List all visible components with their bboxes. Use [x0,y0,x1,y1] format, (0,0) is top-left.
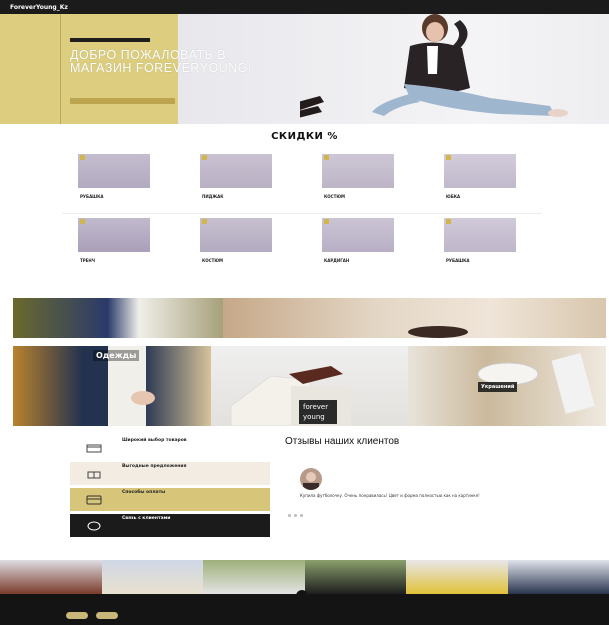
pagination-dot[interactable] [288,514,291,517]
reviewer-avatar [300,468,322,490]
banner-cta-shape [408,326,468,338]
jewelry-collection-banner[interactable]: Украшений [408,346,606,426]
hero-divider [60,14,61,124]
feature-item: Связь с клиентами [70,514,270,537]
product-name[interactable]: КАРДИГАН [324,258,349,263]
page: ForeverYoung_Kz ДОБРО ПОЖАЛОВАТЬ В МАГАЗ… [0,0,609,625]
discount-tag [324,219,329,224]
delivery-box-icon [70,436,118,459]
product-card[interactable]: КОСТЮМ [322,154,394,212]
discount-tag [202,219,207,224]
product-name[interactable]: ПИДЖАК [202,194,224,199]
product-name[interactable]: КОСТЮМ [202,258,223,263]
jewelry-collection-title: Украшений [478,382,518,392]
hero-title: ДОБРО ПОЖАЛОВАТЬ В МАГАЗИН FOREVERYOUNG! [70,48,252,75]
whatsapp-icon[interactable] [66,612,88,619]
hero-model-image [300,14,568,118]
product-card[interactable]: РУБАШКА [444,218,516,276]
discount-tag [446,219,451,224]
product-card[interactable]: ЮБКА [444,154,516,212]
payment-card-icon [70,488,118,511]
gallery-photo[interactable] [507,560,609,594]
review-text: Купила футболочку. Очень понравилась! Цв… [300,493,480,498]
product-card[interactable]: КАРДИГАН [322,218,394,276]
top-navigation-bar: ForeverYoung_Kz [0,0,609,14]
product-name[interactable]: ТРЕНЧ [80,258,95,263]
product-card[interactable]: ПИДЖАК [200,154,272,212]
promo-banner-photo-left[interactable] [13,298,223,338]
promo-banner-photo-right[interactable] [223,298,606,338]
pagination-dot[interactable] [294,514,297,517]
feature-item: Широкий выбор товаров [70,436,270,459]
gift-box-icon [70,462,118,485]
feature-title: Выгодные предложения [122,464,187,469]
discount-tag [446,155,451,160]
discount-tag [80,155,85,160]
gallery-photo[interactable] [304,560,406,594]
support-chat-icon [70,514,118,537]
product-image[interactable] [200,218,272,252]
hero-section: ДОБРО ПОЖАЛОВАТЬ В МАГАЗИН FOREVERYOUNG! [0,14,609,124]
discount-tag [80,219,85,224]
product-image[interactable] [78,154,150,188]
product-image[interactable] [322,218,394,252]
sale-section-title: СКИДКИ % [271,131,338,142]
hero-badge [70,38,150,42]
reviews-title: Отзывы наших клиентов [285,436,400,447]
feature-item: Выгодные предложения [70,462,270,485]
bags-collection-banner[interactable]: forever young [211,346,408,426]
discount-tag [202,155,207,160]
product-image[interactable] [322,154,394,188]
site-logo[interactable]: ForeverYoung_Kz [10,4,68,11]
social-icons [66,612,118,619]
gallery-photo[interactable] [101,560,203,594]
feature-title: Широкий выбор товаров [122,438,187,443]
scroll-to-top-button[interactable] [296,590,308,598]
features-list: Широкий выбор товаров Выгодные предложен… [70,436,270,540]
section-divider [62,213,542,214]
instagram-gallery [0,560,609,594]
product-name[interactable]: КОСТЮМ [324,194,345,199]
feature-title: Способы оплаты [122,490,166,495]
product-card[interactable]: РУБАШКА [78,154,150,212]
bags-collection-art: forever young [230,366,351,426]
product-image[interactable] [78,218,150,252]
product-card[interactable]: КОСТЮМ [200,218,272,276]
clothes-collection-banner[interactable]: Одежды [13,346,211,426]
feature-item: Способы оплаты [70,488,270,511]
product-name[interactable]: РУБАШКА [446,258,469,263]
product-name[interactable]: ЮБКА [446,194,460,199]
product-name[interactable]: РУБАШКА [80,194,103,199]
gallery-photo[interactable] [406,560,508,594]
product-image[interactable] [200,154,272,188]
review-pagination[interactable] [288,514,303,517]
feature-title: Связь с клиентами [122,516,171,521]
gallery-photo[interactable] [0,560,102,594]
product-image[interactable] [444,154,516,188]
footer [0,590,609,625]
clothes-collection-title: Одежды [93,350,140,361]
bag-brand-line2: young [303,413,325,421]
product-card[interactable]: ТРЕНЧ [78,218,150,276]
product-image[interactable] [444,218,516,252]
pagination-dot[interactable] [300,514,303,517]
hero-cta-button[interactable] [70,98,175,104]
gallery-photo[interactable] [203,560,305,594]
discount-tag [324,155,329,160]
bag-brand-line1: forever [303,403,328,411]
instagram-icon[interactable] [96,612,118,619]
